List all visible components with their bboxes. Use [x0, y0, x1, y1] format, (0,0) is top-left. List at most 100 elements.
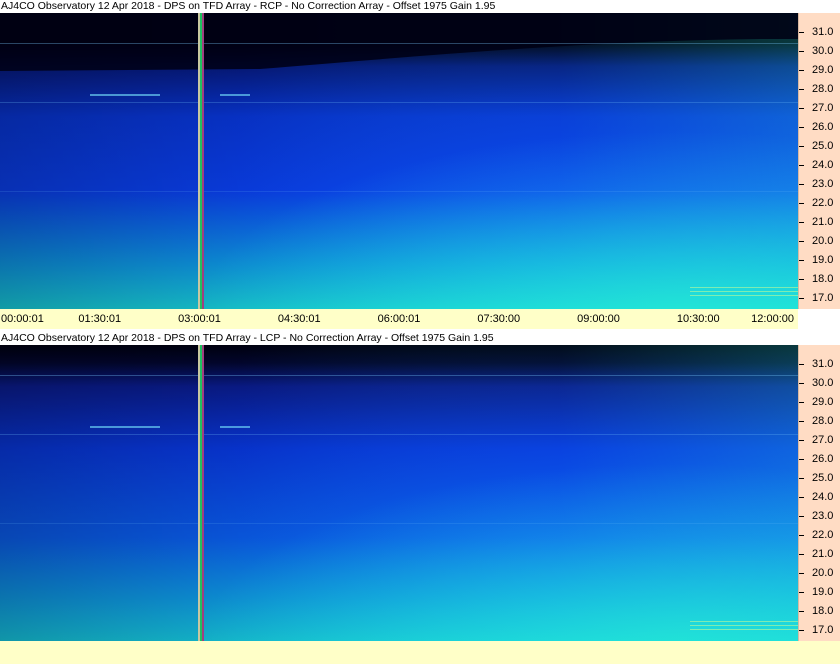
y-tick-mark	[799, 202, 804, 204]
y-tick-mark	[799, 221, 804, 223]
y-tick-label: 21.0	[812, 215, 834, 228]
x-tick-label: 07:30:00	[477, 313, 521, 325]
y-tick-label: 29.0	[812, 63, 834, 76]
rfi-segment	[220, 426, 250, 428]
y-tick-mark	[799, 515, 804, 517]
y-tick-label: 29.0	[812, 395, 834, 408]
rfi-segment	[90, 94, 160, 96]
burst-streak	[690, 287, 798, 288]
y-tick-label: 19.0	[812, 253, 834, 266]
y-tick-label: 18.0	[812, 604, 834, 617]
y-tick-mark	[799, 591, 804, 593]
x-tick-label: 00:00:01	[1, 313, 44, 325]
y-tick-mark	[799, 496, 804, 498]
y-tick-label: 30.0	[812, 44, 834, 57]
lcp-spectrogram	[0, 345, 798, 641]
y-tick-mark	[799, 553, 804, 555]
y-tick-mark	[799, 363, 804, 365]
y-tick-mark	[799, 629, 804, 631]
y-tick-label: 24.0	[812, 158, 834, 171]
y-tick-mark	[799, 107, 804, 109]
rcp-title: AJ4CO Observatory 12 Apr 2018 - DPS on T…	[0, 0, 798, 13]
y-tick-label: 20.0	[812, 566, 834, 579]
y-tick-label: 18.0	[812, 272, 834, 285]
time-axis: 00:00:01 01:30:01 03:00:01 04:30:01 06:00:01…	[0, 309, 798, 329]
interference-line	[0, 375, 798, 376]
y-tick-label: 25.0	[812, 139, 834, 152]
y-tick-mark	[799, 164, 804, 166]
interference-line	[0, 43, 798, 44]
y-tick-label: 28.0	[812, 82, 834, 95]
data-gap-line	[198, 345, 200, 641]
y-tick-label: 26.0	[812, 120, 834, 133]
rfi-segment	[220, 94, 250, 96]
y-tick-mark	[799, 382, 804, 384]
y-tick-mark	[799, 458, 804, 460]
rcp-frequency-axis: 31.0 30.0 29.0 28.0 27.0 26.0 25.0 24.0 23.0 22.0…	[798, 13, 840, 309]
y-tick-label: 26.0	[812, 452, 834, 465]
spectrogram-glow	[0, 345, 798, 641]
y-tick-mark	[799, 439, 804, 441]
data-gap-line	[200, 13, 202, 309]
interference-line	[0, 191, 798, 192]
y-tick-label: 25.0	[812, 471, 834, 484]
data-gap-line	[202, 13, 204, 309]
y-tick-label: 31.0	[812, 25, 834, 38]
y-tick-mark	[799, 420, 804, 422]
y-tick-label: 22.0	[812, 196, 834, 209]
y-tick-mark	[799, 88, 804, 90]
x-tick-label: 12:00:00	[751, 313, 794, 325]
y-tick-label: 30.0	[812, 376, 834, 389]
y-tick-label: 23.0	[812, 177, 834, 190]
x-tick-label: 09:00:00	[577, 313, 620, 325]
burst-streak	[690, 629, 798, 630]
x-tick-label: 06:00:01	[377, 313, 421, 325]
y-tick-mark	[799, 477, 804, 479]
y-tick-mark	[799, 401, 804, 403]
burst-streak	[690, 625, 798, 626]
y-tick-mark	[799, 31, 804, 33]
interference-line	[0, 434, 798, 435]
data-gap-line	[198, 13, 200, 309]
y-tick-mark	[799, 145, 804, 147]
y-tick-mark	[799, 610, 804, 612]
y-tick-label: 24.0	[812, 490, 834, 503]
y-tick-mark	[799, 278, 804, 280]
y-tick-label: 20.0	[812, 234, 834, 247]
y-tick-label: 23.0	[812, 509, 834, 522]
y-tick-label: 21.0	[812, 547, 834, 560]
y-tick-label: 31.0	[812, 357, 834, 370]
y-tick-mark	[799, 50, 804, 52]
y-tick-mark	[799, 240, 804, 242]
y-tick-label: 17.0	[812, 623, 834, 636]
rcp-spectrogram	[0, 13, 798, 309]
y-tick-mark	[799, 126, 804, 128]
y-tick-mark	[799, 534, 804, 536]
burst-streak	[690, 621, 798, 622]
y-tick-label: 19.0	[812, 585, 834, 598]
burst-streak	[690, 295, 798, 296]
data-gap-line	[202, 345, 204, 641]
interference-line	[0, 102, 798, 103]
y-tick-label: 17.0	[812, 291, 834, 304]
y-tick-label: 28.0	[812, 414, 834, 427]
y-tick-mark	[799, 297, 804, 299]
y-tick-mark	[799, 183, 804, 185]
y-tick-mark	[799, 259, 804, 261]
rfi-segment	[90, 426, 160, 428]
x-tick-label: 01:30:01	[78, 313, 122, 325]
y-tick-label: 27.0	[812, 101, 834, 114]
y-tick-label: 27.0	[812, 433, 834, 446]
y-tick-mark	[799, 69, 804, 71]
rcp-spectrogram-svg	[0, 13, 798, 309]
lcp-frequency-axis: 31.0 30.0 29.0 28.0 27.0 26.0 25.0 24.0 23.0 22.0…	[798, 345, 840, 641]
y-tick-mark	[799, 572, 804, 574]
x-tick-label: 10:30:00	[676, 313, 720, 325]
lcp-title: AJ4CO Observatory 12 Apr 2018 - DPS on T…	[0, 332, 798, 345]
data-gap-line	[200, 345, 202, 641]
y-tick-label: 22.0	[812, 528, 834, 541]
lcp-time-axis-strip	[0, 641, 840, 664]
burst-streak	[690, 291, 798, 292]
interference-line	[0, 523, 798, 524]
lcp-spectrogram-svg	[0, 345, 798, 641]
